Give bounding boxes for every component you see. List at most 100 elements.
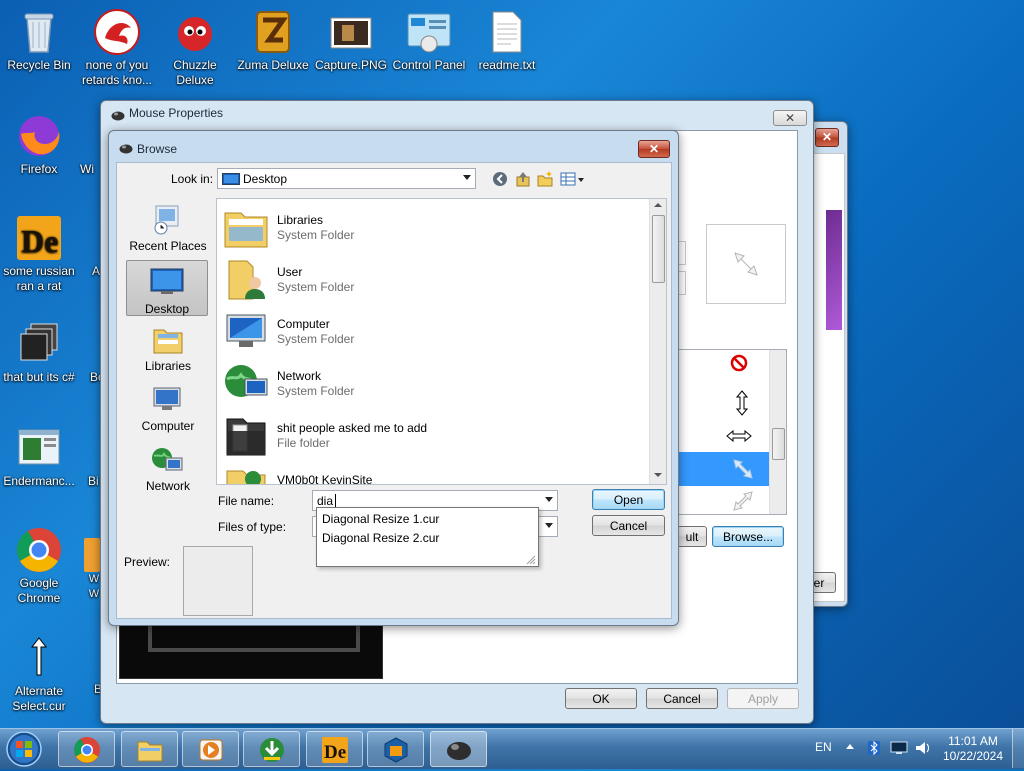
stacked-windows-icon [15, 320, 63, 368]
file-list-scrollbar[interactable] [649, 199, 666, 484]
taskbar-download-manager[interactable] [243, 731, 300, 767]
cursor-list-scrollbar-thumb[interactable] [772, 428, 785, 460]
taskbar-explorer[interactable] [121, 731, 178, 767]
desktop-icon-label: Google Chrome [17, 576, 61, 605]
file-list-scrollbar-thumb[interactable] [652, 215, 665, 283]
look-in-value: Desktop [243, 172, 288, 186]
user-folder-icon [223, 257, 269, 301]
desktop-icon-bi[interactable]: Bi [62, 474, 102, 489]
taskbar-de-app[interactable]: De [306, 731, 363, 767]
file-item-computer[interactable]: Computer System Folder [221, 305, 641, 355]
arrow-cursor-icon [15, 634, 63, 682]
scroll-up-icon[interactable] [654, 203, 662, 207]
show-hidden-icons-icon[interactable] [846, 744, 854, 749]
control-panel-icon [405, 8, 453, 56]
file-name: shit people asked me to add [277, 421, 428, 435]
chrome-icon [15, 526, 63, 574]
taskbar-media-player[interactable] [182, 731, 239, 767]
cursor-list-scrollbar[interactable] [769, 350, 786, 514]
taskbar-mouse-properties[interactable] [430, 731, 487, 767]
desktop-icon-chuzzle[interactable]: Chuzzle Deluxe [156, 8, 234, 88]
open-button[interactable]: Open [592, 489, 665, 510]
desktop-icon-bo[interactable]: Bo [62, 370, 105, 385]
place-desktop[interactable]: Desktop [126, 260, 208, 316]
browse-content: Look in: Desktop Recent Places Desktop L… [116, 162, 672, 619]
desktop-icon-label: Wi [80, 162, 94, 176]
up-folder-icon[interactable] [514, 170, 532, 188]
autocomplete-dropdown: Diagonal Resize 1.cur Diagonal Resize 2.… [316, 507, 539, 567]
cursor-list[interactable] [677, 349, 787, 515]
file-type: System Folder [277, 280, 355, 294]
unavailable-cursor-icon [730, 354, 748, 375]
use-default-button[interactable]: ult [677, 526, 707, 547]
file-item-shit-people-asked[interactable]: shit people asked me to add File folder [221, 409, 641, 459]
file-type: System Folder [277, 228, 355, 242]
bluetooth-tray-icon[interactable] [866, 740, 882, 756]
taskbar-chrome[interactable] [58, 731, 115, 767]
ok-button[interactable]: OK [565, 688, 637, 709]
close-icon[interactable]: ✕ [815, 128, 839, 147]
file-item-user[interactable]: User System Folder [221, 253, 641, 303]
new-folder-icon[interactable] [536, 170, 554, 188]
show-desktop-button[interactable] [1012, 729, 1024, 768]
svg-text:De: De [21, 223, 58, 259]
chevron-down-icon [463, 175, 471, 180]
place-network[interactable]: Network [126, 444, 210, 493]
file-name: VM0b0t KevinSite [277, 473, 373, 485]
desktop-icon-control-panel[interactable]: Control Panel [390, 8, 468, 73]
volume-icon[interactable] [914, 740, 932, 756]
desktop-icon-label: Recycle Bin [7, 58, 71, 72]
cancel-button[interactable]: Cancel [592, 515, 665, 536]
place-computer[interactable]: Computer [126, 384, 210, 433]
desktop-icon-b[interactable]: B [70, 682, 102, 697]
desktop-icon-label: Bi [88, 474, 99, 488]
place-libraries[interactable]: Libraries [126, 324, 210, 373]
cancel-button[interactable]: Cancel [646, 688, 718, 709]
desktop-icon-chrome[interactable]: Google Chrome [0, 526, 78, 606]
back-icon[interactable] [492, 171, 508, 187]
desktop-icon-wi[interactable]: Wi [54, 112, 104, 177]
network-icon [150, 444, 186, 476]
cursor-list-selected-row[interactable] [678, 452, 769, 486]
look-in-combo[interactable]: Desktop [217, 168, 476, 189]
resize-grip-icon[interactable] [526, 554, 536, 565]
desktop-icon-label: A [92, 264, 101, 278]
apply-button[interactable]: Apply [727, 688, 799, 709]
taskbar-virtualbox[interactable] [367, 731, 424, 767]
desktop-icon-label: Zuma Deluxe [237, 58, 309, 72]
view-menu-icon[interactable] [560, 170, 586, 188]
desktop-icon-none-of-you[interactable]: none of you retards kno... [78, 8, 156, 88]
display-tray-icon[interactable] [890, 741, 908, 755]
desktop-icon-readme[interactable]: readme.txt [468, 8, 546, 73]
scroll-down-icon[interactable] [654, 473, 662, 477]
place-recent-places[interactable]: Recent Places [126, 204, 210, 253]
desktop-icon-some-russian[interactable]: De some russian ran a rat [0, 214, 78, 294]
language-indicator[interactable]: EN [815, 740, 832, 754]
recycle-bin-icon [15, 8, 63, 56]
clock[interactable]: 11:01 AM 10/22/2024 [942, 734, 1004, 764]
close-button[interactable]: ✕ [638, 140, 670, 158]
desktop-icon-a[interactable]: A [62, 264, 102, 279]
desktop-icon-alternate-select[interactable]: Alternate Select.cur [0, 634, 78, 714]
diagonal-resize-2-cursor-icon [732, 490, 754, 514]
file-item-libraries[interactable]: Libraries System Folder [221, 201, 641, 251]
autocomplete-item[interactable]: Diagonal Resize 1.cur [322, 512, 439, 526]
file-type: System Folder [277, 384, 355, 398]
start-button[interactable] [4, 730, 44, 768]
file-item-vm0b0t[interactable]: VM0b0t KevinSite [221, 461, 641, 485]
image-file-icon [327, 8, 375, 56]
desktop-icon-label: Capture.PNG [314, 58, 388, 72]
chevron-down-icon [545, 497, 553, 502]
close-button[interactable]: ✕ [773, 110, 807, 126]
autocomplete-item[interactable]: Diagonal Resize 2.cur [322, 531, 439, 545]
desktop-icon-capture[interactable]: Capture.PNG [312, 8, 390, 73]
desktop-icon-recycle-bin[interactable]: Recycle Bin [0, 8, 78, 73]
file-item-network[interactable]: Network System Folder [221, 357, 641, 407]
diagonal-resize-cursor-icon [733, 251, 759, 277]
browse-cursor-button[interactable]: Browse... [712, 526, 784, 547]
file-name: Libraries [277, 213, 324, 227]
cursor-preview-dark-panel [119, 621, 383, 679]
file-name-value: dia [317, 494, 334, 508]
file-list[interactable]: Libraries System Folder User System Fold… [216, 198, 667, 485]
desktop-icon-zuma[interactable]: Zuma Deluxe [234, 8, 312, 73]
